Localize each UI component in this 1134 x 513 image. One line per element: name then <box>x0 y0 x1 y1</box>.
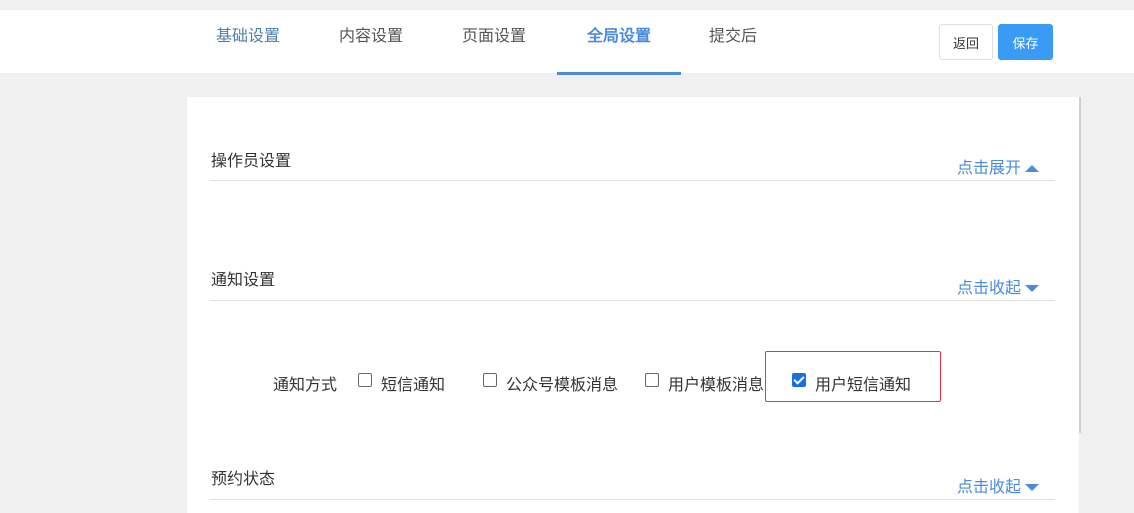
caret-up-icon <box>1025 165 1040 172</box>
save-button[interactable]: 保存 <box>998 24 1053 60</box>
section-divider <box>210 300 1055 301</box>
checkbox-user-template[interactable] <box>645 373 659 387</box>
section-title-reservation-status: 预约状态 <box>211 469 276 488</box>
scrollbar[interactable] <box>1079 97 1081 433</box>
tab-page-settings[interactable]: 页面设置 <box>462 10 526 73</box>
checkbox-sms[interactable] <box>358 373 372 387</box>
section-divider <box>210 499 1055 500</box>
tab-global-settings[interactable]: 全局设置 <box>587 10 651 73</box>
section-toggle-reservation-status[interactable]: 点击收起 <box>957 473 1040 497</box>
option-label-sms[interactable]: 短信通知 <box>381 371 445 395</box>
section-divider <box>210 180 1055 181</box>
tab-after-submit[interactable]: 提交后 <box>709 10 757 73</box>
caret-down-icon <box>1025 484 1040 491</box>
back-button[interactable]: 返回 <box>939 24 993 60</box>
toggle-label: 点击收起 <box>957 278 1022 297</box>
checkbox-official-template[interactable] <box>483 373 497 387</box>
toggle-label: 点击展开 <box>957 158 1022 177</box>
section-toggle-operator[interactable]: 点击展开 <box>957 154 1040 178</box>
tab-basic-settings[interactable]: 基础设置 <box>216 10 280 73</box>
option-label-official-template[interactable]: 公众号模板消息 <box>506 371 618 395</box>
section-toggle-notify[interactable]: 点击收起 <box>957 274 1040 298</box>
active-tab-underline <box>557 72 681 75</box>
tab-content-settings[interactable]: 内容设置 <box>339 10 403 73</box>
section-title-notify: 通知设置 <box>211 270 276 289</box>
top-navigation-bar: 基础设置 内容设置 页面设置 全局设置 提交后 返回 保存 <box>0 10 1134 75</box>
option-label-user-template[interactable]: 用户模板消息 <box>668 371 764 395</box>
notify-method-label: 通知方式 <box>273 375 338 394</box>
toggle-label: 点击收起 <box>957 477 1022 496</box>
highlight-annotation-box <box>765 351 941 402</box>
settings-panel <box>187 97 1079 513</box>
caret-down-icon <box>1025 285 1040 292</box>
section-title-operator: 操作员设置 <box>211 151 292 170</box>
